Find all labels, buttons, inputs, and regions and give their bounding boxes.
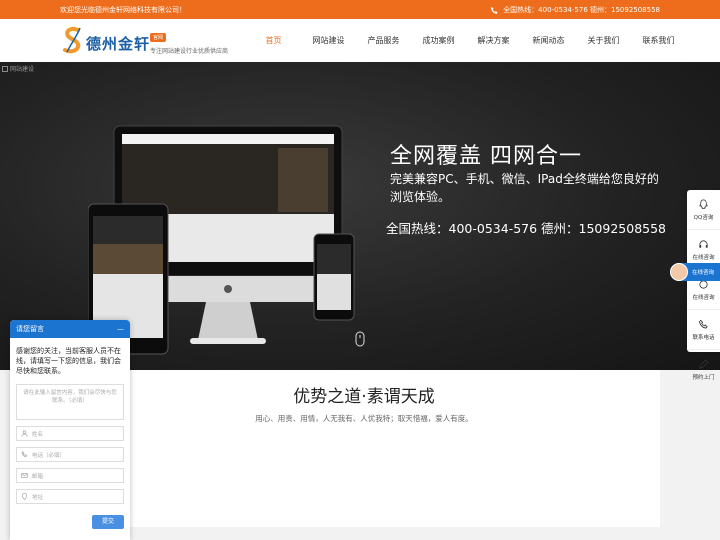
top-hotline-text: 全国热线：400-0534-576 德州：15092508558 xyxy=(503,6,660,14)
advantage-title: 优势之道·素谓天成 xyxy=(293,387,435,407)
hero-hotline: 全国热线：400-0534-576 德州：15092508558 xyxy=(386,221,667,236)
main-nav: 首页 网站建设 产品服务 成功案例 解决方案 新闻动态 关于我们 联系我们 xyxy=(246,19,686,62)
welcome-text: 欢迎您光临德州金轩网络科技有限公司！ xyxy=(60,6,186,14)
nav-item-cases[interactable]: 成功案例 xyxy=(411,19,466,62)
sidebar-item-appointment[interactable]: 预约上门 xyxy=(687,350,720,390)
hero-subtitle: 完美兼容PC、手机、微信、IPad全终端给您良好的浏览体验。 xyxy=(390,172,659,204)
nav-item-website-building[interactable]: 网站建设 xyxy=(301,19,356,62)
logo-slogan: 专注网站建设行业优质供应商 xyxy=(150,48,229,55)
hero-title: 全网覆盖 四网合一 xyxy=(390,144,582,169)
phone-icon xyxy=(21,451,28,457)
top-bar: 欢迎您光临德州金轩网络科技有限公司！ 全国热线：400-0534-576 德州：… xyxy=(0,0,720,19)
leave-message-widget: 请您留言 — 感谢您的关注，当前客服人员不在线，请填写一下您的信息，我们会尽快和… xyxy=(10,320,130,540)
headset-icon xyxy=(699,239,708,248)
top-hotline: 全国热线：400-0534-576 德州：15092508558 xyxy=(490,5,660,15)
name-input[interactable]: 姓名 xyxy=(16,426,124,441)
nav-item-news[interactable]: 新闻动态 xyxy=(521,19,576,62)
user-icon xyxy=(21,430,28,437)
broken-image-icon xyxy=(2,65,8,72)
chat-intro: 感谢您的关注，当前客服人员不在线，请填写一下您的信息，我们会尽快和您联系。 xyxy=(16,347,121,375)
sidebar-item-phone[interactable]: 联系电话 xyxy=(687,310,720,350)
phone-icon xyxy=(699,319,708,329)
devices-illustration xyxy=(88,125,355,355)
sidebar-online-tab[interactable]: 在线咨询 xyxy=(670,263,720,281)
phone-icon xyxy=(491,6,498,14)
address-input[interactable]: 地址 xyxy=(16,489,124,504)
qq-icon xyxy=(699,199,708,209)
nav-item-home[interactable]: 首页 xyxy=(246,19,301,62)
pen-icon xyxy=(699,359,709,369)
phone-input[interactable]: 电话（必填） xyxy=(16,447,124,462)
logo-badge: 官网 xyxy=(150,33,167,42)
nav-item-products[interactable]: 产品服务 xyxy=(356,19,411,62)
chat-title: 请您留言 xyxy=(16,325,44,333)
advantage-section: 优势之道·素谓天成 用心、用贵、用情，人无我有、人优我特；取天惜福，爱人有度。 xyxy=(68,370,660,527)
message-textarea[interactable]: 请在此输入留言内容，我们会尽快与您联系。（必填） xyxy=(16,384,124,420)
nav-item-solutions[interactable]: 解决方案 xyxy=(466,19,521,62)
agent-avatar xyxy=(670,263,688,281)
broken-image-placeholder: 网站建设 xyxy=(2,64,34,73)
chat-header[interactable]: 请您留言 — xyxy=(10,320,130,338)
site-logo[interactable]: 德州金轩 xyxy=(62,25,150,55)
submit-button[interactable]: 提交 xyxy=(92,515,124,529)
minimize-button[interactable]: — xyxy=(117,320,124,338)
logo-name: 德州金轩 xyxy=(86,35,151,53)
nav-item-contact[interactable]: 联系我们 xyxy=(631,19,686,62)
mail-icon xyxy=(21,473,28,478)
logo-s-icon xyxy=(63,26,81,54)
nav-item-about[interactable]: 关于我们 xyxy=(576,19,631,62)
scroll-mouse-icon[interactable] xyxy=(355,331,365,347)
location-icon xyxy=(22,493,27,500)
sidebar-item-qq[interactable]: QQ咨询 xyxy=(687,190,720,230)
email-input[interactable]: 邮箱 xyxy=(16,468,124,483)
site-header: 德州金轩 官网 专注网站建设行业优质供应商 首页 网站建设 产品服务 成功案例 … xyxy=(0,19,720,62)
advantage-subtitle: 用心、用贵、用情，人无我有、人优我特；取天惜福，爱人有度。 xyxy=(255,414,473,423)
